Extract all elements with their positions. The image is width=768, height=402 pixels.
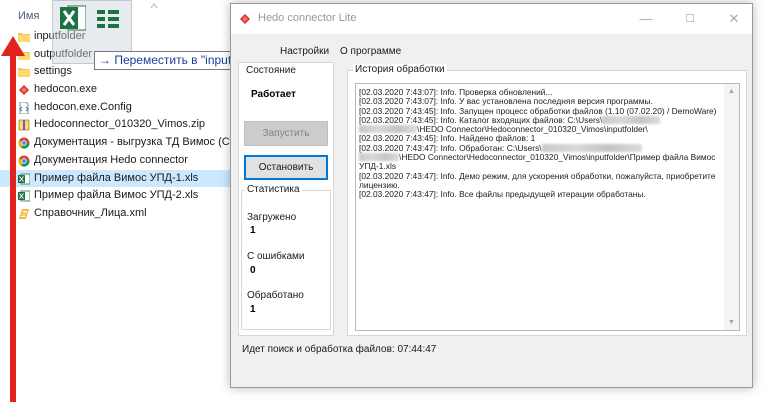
file-name: Документация - выгрузка ТД Вимос (Стро — [34, 136, 232, 149]
stop-button[interactable]: Остановить — [244, 155, 328, 180]
redacted-block — [541, 143, 642, 152]
log-line: [02.03.2020 7:43:47]: Info. Демо режим, … — [359, 170, 718, 190]
file-row-zip[interactable]: Hedoconnector_010320_Vimos.zip — [0, 116, 232, 134]
name-column-header[interactable]: Имя — [18, 10, 39, 22]
title-bar[interactable]: Hedo connector Lite — ☐ ✕ — [231, 4, 752, 34]
minimize-button[interactable]: — — [628, 4, 664, 34]
redacted-block — [359, 125, 417, 134]
scroll-up-icon[interactable]: ▲ — [724, 84, 739, 99]
scroll-down-icon[interactable]: ▼ — [724, 315, 739, 330]
status-bar: Идет поиск и обработка файлов: 07:44:47 — [242, 344, 437, 355]
file-row-config[interactable]: hedocon.exe.Config — [0, 99, 232, 117]
menu-settings[interactable]: Настройки — [280, 46, 329, 57]
start-button[interactable]: Запустить — [244, 121, 328, 146]
file-name: Hedoconnector_010320_Vimos.zip — [34, 118, 206, 131]
file-row-hedocon-exe[interactable]: hedocon.exe — [0, 81, 232, 99]
redacted-block — [359, 153, 399, 162]
sort-chevron-icon — [150, 3, 158, 9]
control-panel: Состояние Работает Запустить Остановить … — [238, 62, 334, 336]
processed-value: 1 — [250, 304, 256, 315]
file-row-xml[interactable]: Справочник_Лица.xml — [0, 205, 232, 223]
file-name: hedocon.exe.Config — [34, 100, 132, 113]
hedo-connector-window: Hedo connector Lite — ☐ ✕ Настройки О пр… — [230, 3, 753, 388]
file-row-upd1[interactable]: Пример файла Вимос УПД-1.xls — [0, 169, 232, 188]
file-name: hedocon.exe — [34, 83, 97, 96]
excel-drag-icon — [60, 5, 86, 31]
log-line: [02.03.2020 7:43:47]: Info. Все файлы пр… — [359, 189, 646, 200]
log-text: [02.03.2020 7:43:07]: Info. Проверка обн… — [359, 87, 722, 200]
spreadsheet-drag-icon — [97, 10, 119, 28]
file-name: Пример файла Вимос УПД-2.xls — [34, 189, 199, 202]
file-row-doc-hedo[interactable]: Документация Hedo connector — [0, 152, 232, 170]
file-name: Документация Hedo connector — [34, 153, 188, 166]
loaded-value: 1 — [250, 225, 256, 236]
app-logo-icon — [240, 14, 250, 24]
screen: { "explorer": { "column_header": "Имя", … — [0, 0, 768, 402]
history-log[interactable]: [02.03.2020 7:43:07]: Info. Проверка обн… — [355, 83, 740, 331]
statistics-group-title: Статистика — [245, 184, 302, 195]
file-name: Пример файла Вимос УПД-1.xls — [34, 171, 199, 184]
history-group: История обработки [02.03.2020 7:43:07]: … — [347, 64, 747, 336]
state-value: Работает — [251, 89, 296, 100]
errors-value: 0 — [250, 265, 256, 276]
processed-label: Обработано — [247, 290, 304, 301]
menu-about[interactable]: О программе — [340, 46, 401, 57]
red-arrow-icon — [1, 36, 25, 402]
loaded-label: Загружено — [247, 212, 297, 223]
log-line-path-cont: \HEDO Connector\Hedoconnector_010320_Vim… — [359, 152, 722, 172]
history-group-title: История обработки — [353, 64, 447, 75]
file-row-doc-vimos[interactable]: Документация - выгрузка ТД Вимос (Стро — [0, 134, 232, 152]
file-name: settings — [34, 65, 72, 78]
menu-bar: Настройки О программе — [231, 46, 752, 60]
file-row-upd2[interactable]: Пример файла Вимос УПД-2.xls — [0, 187, 232, 205]
file-name: Справочник_Лица.xml — [34, 206, 147, 219]
redacted-block — [602, 115, 661, 124]
log-line: \HEDO Connector\Hedoconnector_010320_Vim… — [359, 152, 718, 172]
close-button[interactable]: ✕ — [716, 4, 752, 34]
errors-label: С ошибками — [247, 251, 305, 262]
log-scrollbar[interactable]: ▲ ▼ — [724, 84, 739, 330]
window-title: Hedo connector Lite — [258, 12, 357, 24]
statistics-group: Статистика Загружено 1 С ошибками 0 Обра… — [241, 184, 331, 330]
state-group-title: Состояние — [244, 65, 298, 76]
maximize-button[interactable]: ☐ — [672, 4, 708, 34]
log-line-path-cont: \HEDO Connector\Hedoconnector_010320_Vim… — [359, 125, 722, 134]
